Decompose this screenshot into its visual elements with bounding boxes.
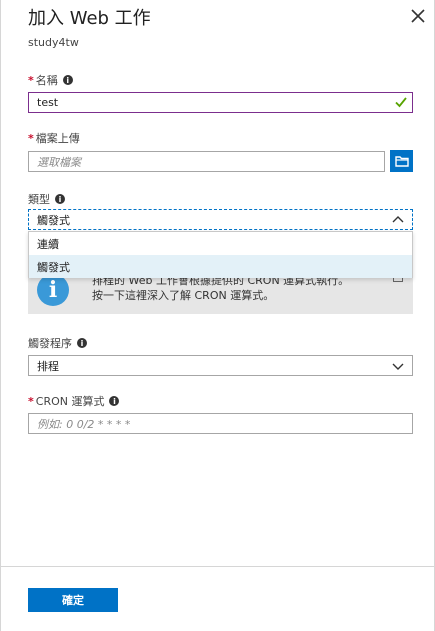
cron-label-row: * CRON 運算式 i — [28, 393, 120, 409]
cron-label: CRON 運算式 — [35, 395, 105, 408]
trigger-select[interactable]: 排程 — [28, 355, 413, 376]
file-label-row: * 檔案上傳 — [28, 130, 80, 146]
chevron-up-icon — [392, 216, 404, 223]
info-icon[interactable]: i — [62, 75, 73, 85]
blade-title: 加入 Web 工作 — [28, 8, 151, 29]
close-icon[interactable] — [410, 8, 426, 24]
cron-input[interactable]: 例如: 0 0/2 * * * * — [28, 413, 413, 434]
name-label-row: * 名稱 i — [28, 72, 73, 88]
info-icon[interactable]: i — [109, 396, 120, 406]
info-icon[interactable]: i — [55, 194, 65, 204]
required-marker: * — [28, 132, 34, 145]
add-webjob-blade: 加入 Web 工作 study4tw * 名稱 i test * 檔案上傳 選取檔案… — [0, 0, 435, 631]
type-selected-value: 觸發式 — [37, 213, 70, 227]
type-select[interactable]: 觸發式 — [28, 209, 413, 230]
info-icon[interactable]: i — [77, 338, 87, 348]
file-placeholder: 選取檔案 — [37, 155, 81, 169]
blade-header: 加入 Web 工作 study4tw — [28, 8, 151, 49]
name-value: test — [37, 96, 59, 109]
name-input[interactable]: test — [28, 92, 413, 113]
type-option-triggered[interactable]: 觸發式 — [29, 255, 412, 278]
required-marker: * — [28, 74, 34, 87]
type-label: 類型 — [28, 193, 50, 206]
blade-subtitle: study4tw — [28, 36, 79, 49]
folder-icon — [394, 156, 409, 167]
trigger-label: 觸發程序 — [28, 337, 72, 350]
type-option-continuous[interactable]: 連續 — [29, 232, 412, 255]
trigger-label-row: 觸發程序 i — [28, 335, 87, 351]
checkmark-icon — [395, 97, 407, 108]
footer-divider — [1, 566, 435, 567]
type-dropdown-list: 連續 觸發式 — [28, 231, 413, 278]
ok-button[interactable]: 確定 — [28, 588, 118, 612]
info-line-2: 按一下這裡深入了解 CRON 運算式。 — [92, 289, 275, 302]
trigger-selected-value: 排程 — [37, 359, 59, 373]
required-marker: * — [28, 395, 34, 408]
file-input[interactable]: 選取檔案 — [28, 151, 385, 172]
type-label-row: 類型 i — [28, 191, 65, 207]
cron-placeholder: 例如: 0 0/2 * * * * — [37, 417, 131, 431]
info-icon: i — [37, 274, 69, 306]
name-label: 名稱 — [35, 74, 58, 87]
chevron-down-icon — [392, 363, 404, 370]
file-label: 檔案上傳 — [35, 132, 80, 145]
browse-button[interactable] — [390, 150, 413, 172]
